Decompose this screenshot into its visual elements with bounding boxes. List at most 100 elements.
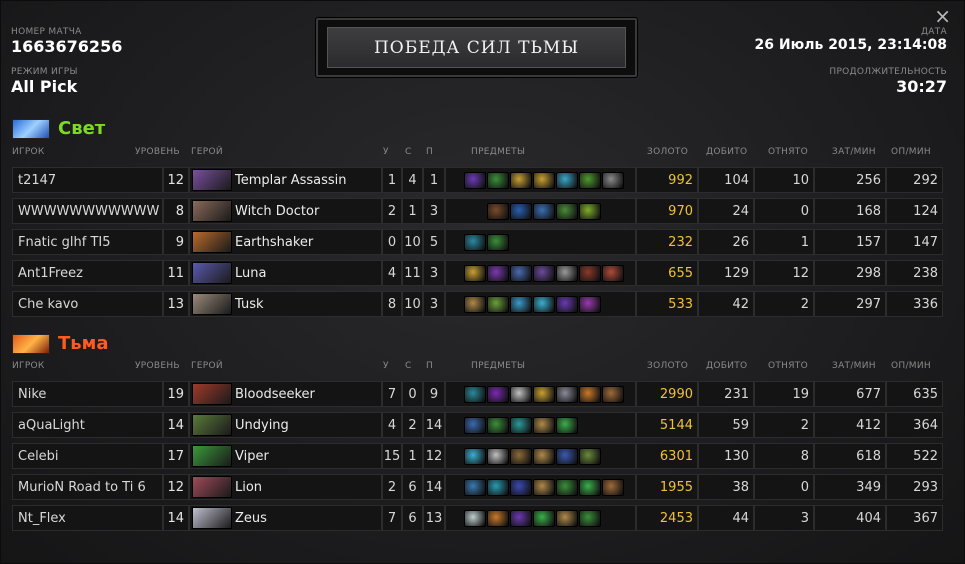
item-icon[interactable] (556, 202, 578, 220)
item-icon[interactable] (464, 264, 486, 282)
item-icon[interactable] (487, 478, 509, 496)
hero-cell[interactable]: Undying (189, 412, 382, 438)
item-icon[interactable] (464, 171, 486, 189)
radiant-player-row[interactable]: WWWWWWWWWWW 8 2 1 3 970 24 0 168 124 Witch Doctor (12, 198, 943, 224)
dire-team-icon (12, 333, 50, 354)
player-name[interactable]: Che kavo (12, 291, 163, 317)
item-icon[interactable] (464, 385, 486, 403)
dire-col-k: У (383, 361, 389, 371)
item-icon[interactable] (510, 509, 532, 527)
item-icon[interactable] (510, 202, 532, 220)
denies: 8 (754, 443, 814, 469)
item-icon[interactable] (487, 233, 509, 251)
item-icon[interactable] (579, 509, 601, 527)
player-name[interactable]: Ant1Freez (12, 260, 163, 286)
hero-portrait (192, 231, 232, 253)
item-icon[interactable] (533, 171, 555, 189)
dire-player-row[interactable]: Nike 19 7 0 9 2990 231 19 677 635 Bloodseeker (12, 381, 943, 407)
hero-cell[interactable]: Bloodseeker (189, 381, 382, 407)
item-icon[interactable] (533, 416, 555, 434)
item-icon[interactable] (487, 171, 509, 189)
hero-portrait (192, 262, 232, 284)
dire-player-row[interactable]: MurioN Road to Ti 6 12 2 6 14 1955 38 0 349 293 Li… (12, 474, 943, 500)
item-icon[interactable] (487, 385, 509, 403)
radiant-player-row[interactable]: Fnatic glhf TI5 9 0 10 5 232 26 1 157 147 Earthsha… (12, 229, 943, 255)
item-icon[interactable] (487, 264, 509, 282)
player-name[interactable]: Fnatic glhf TI5 (12, 229, 163, 255)
item-icon[interactable] (579, 447, 601, 465)
player-name[interactable]: WWWWWWWWWWW (12, 198, 163, 224)
item-icon[interactable] (487, 447, 509, 465)
item-icon[interactable] (579, 478, 601, 496)
item-icon[interactable] (579, 295, 601, 313)
item-icon[interactable] (487, 295, 509, 313)
item-icon[interactable] (556, 478, 578, 496)
player-name[interactable]: MurioN Road to Ti 6 (12, 474, 163, 500)
player-name[interactable]: aQuaLight (12, 412, 163, 438)
item-icon[interactable] (579, 264, 601, 282)
item-icon[interactable] (579, 385, 601, 403)
item-icon[interactable] (602, 264, 624, 282)
item-icon[interactable] (510, 478, 532, 496)
item-icon[interactable] (602, 171, 624, 189)
radiant-player-row[interactable]: t2147 12 1 4 1 992 104 10 256 292 Templar Assassin (12, 167, 943, 193)
item-icon[interactable] (533, 202, 555, 220)
item-icon[interactable] (579, 202, 601, 220)
xp-per-min: 349 (814, 474, 886, 500)
item-icon[interactable] (533, 509, 555, 527)
hero-cell[interactable]: Templar Assassin (189, 167, 382, 193)
radiant-player-row[interactable]: Ant1Freez 11 4 11 3 655 129 12 298 238 Luna (12, 260, 943, 286)
item-icon[interactable] (464, 233, 486, 251)
hero-cell[interactable]: Witch Doctor (189, 198, 382, 224)
duration-value: 30:27 (896, 77, 947, 96)
item-icon[interactable] (556, 509, 578, 527)
item-icon[interactable] (556, 171, 578, 189)
hero-cell[interactable]: Luna (189, 260, 382, 286)
player-name[interactable]: Nike (12, 381, 163, 407)
deaths: 11 (402, 260, 423, 286)
item-icon[interactable] (510, 171, 532, 189)
item-icon[interactable] (556, 264, 578, 282)
item-icon[interactable] (487, 202, 509, 220)
item-icon[interactable] (464, 509, 486, 527)
item-icon[interactable] (556, 416, 578, 434)
hero-cell[interactable]: Viper (189, 443, 382, 469)
item-icon[interactable] (533, 478, 555, 496)
item-icon[interactable] (487, 416, 509, 434)
item-icon[interactable] (602, 385, 624, 403)
player-name[interactable]: t2147 (12, 167, 163, 193)
item-icon[interactable] (533, 295, 555, 313)
item-icon[interactable] (579, 171, 601, 189)
hero-cell[interactable]: Zeus (189, 505, 382, 531)
dire-player-row[interactable]: aQuaLight 14 4 2 14 5144 59 2 412 364 Undying (12, 412, 943, 438)
items-cell (445, 505, 636, 531)
item-icon[interactable] (464, 478, 486, 496)
item-icon[interactable] (533, 447, 555, 465)
hero-cell[interactable]: Tusk (189, 291, 382, 317)
item-icon[interactable] (556, 447, 578, 465)
item-icon[interactable] (487, 509, 509, 527)
player-name[interactable]: Nt_Flex (12, 505, 163, 531)
radiant-player-row[interactable]: Che kavo 13 8 10 3 533 42 2 297 336 Tusk (12, 291, 943, 317)
item-icon[interactable] (464, 416, 486, 434)
dire-player-row[interactable]: Celebi 17 15 1 12 6301 130 8 618 522 Viper (12, 443, 943, 469)
close-icon[interactable]: × (934, 4, 951, 28)
item-icon[interactable] (602, 478, 624, 496)
item-icon[interactable] (556, 385, 578, 403)
hero-cell[interactable]: Lion (189, 474, 382, 500)
item-icon[interactable] (510, 264, 532, 282)
item-icon[interactable] (510, 385, 532, 403)
dire-player-row[interactable]: Nt_Flex 14 7 6 13 2453 44 3 404 367 Zeus (12, 505, 943, 531)
item-icon[interactable] (533, 264, 555, 282)
item-icon[interactable] (556, 295, 578, 313)
player-name[interactable]: Celebi (12, 443, 163, 469)
hero-cell[interactable]: Earthshaker (189, 229, 382, 255)
item-icon[interactable] (510, 295, 532, 313)
item-icon[interactable] (533, 385, 555, 403)
item-icon[interactable] (464, 447, 486, 465)
item-icon[interactable] (464, 295, 486, 313)
radiant-col-k: У (383, 147, 389, 157)
game-mode-label: РЕЖИМ ИГРЫ (11, 67, 78, 77)
item-icon[interactable] (510, 416, 532, 434)
item-icon[interactable] (510, 447, 532, 465)
